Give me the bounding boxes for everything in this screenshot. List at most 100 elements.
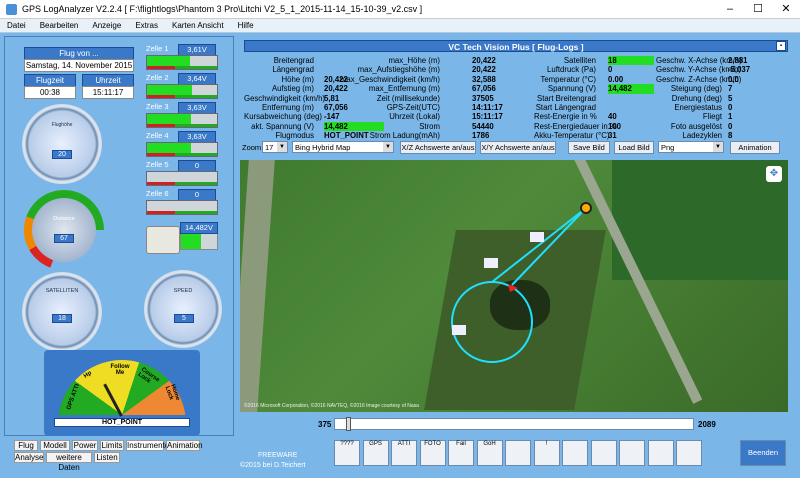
toolbar-button[interactable] (619, 440, 645, 466)
toolbar-button[interactable] (505, 440, 531, 466)
telemetry-value: 8 (728, 131, 733, 141)
format-chevron-icon: ▼ (713, 142, 723, 152)
telemetry-value: 20,422 (472, 56, 496, 65)
toolbar-button-label: GPS (369, 441, 382, 447)
tab-limits[interactable]: Limits (100, 440, 124, 451)
menu-datei[interactable]: Datei (0, 19, 33, 30)
telemetry-label: Geschw. X-Achse (km/h) (656, 56, 742, 65)
telemetry-label: Drehung (deg) (671, 93, 722, 103)
satellites-gauge-value: 18 (52, 314, 72, 323)
cell-label: Zelle 2 (146, 73, 169, 82)
telemetry-label: Strom Ladung(mAh) (369, 131, 440, 141)
freeware-label: FREEWARE (258, 452, 298, 459)
telemetry-label: Breitengrad (273, 56, 314, 65)
cell-label: Zelle 3 (146, 102, 169, 111)
cell-bar (146, 113, 218, 128)
menu-karten-ansicht[interactable]: Karten Ansicht (165, 19, 231, 30)
title-bar: GPS LogAnalyzer V2.2.4 [ F:\flightlogs\P… (0, 0, 800, 19)
home-point-icon (580, 202, 592, 214)
satellites-gauge: SATELLITEN 18 (22, 272, 102, 352)
map-type-select[interactable]: Bing Hybrid Map ▼ (292, 141, 394, 153)
telemetry-label: Uhrzeit (Lokal) (389, 112, 440, 122)
toolbar-button[interactable] (647, 440, 674, 466)
load-image-button[interactable]: Load Bild (614, 141, 654, 154)
cell-bar (146, 84, 218, 99)
format-select[interactable]: Png ▼ (658, 141, 724, 153)
menu-bearbeiten[interactable]: Bearbeiten (33, 19, 86, 30)
telemetry-value: 1786 (472, 131, 490, 141)
timeline-slider[interactable] (334, 417, 694, 431)
save-image-button[interactable]: Save Bild (568, 141, 610, 154)
tab-flug[interactable]: Flug (14, 440, 38, 451)
zoom-select[interactable]: 17 ▼ (262, 141, 288, 153)
menu-anzeige[interactable]: Anzeige (85, 19, 128, 30)
tab-listen[interactable]: Listen (94, 452, 120, 463)
zoom-select-chevron-icon: ▼ (277, 142, 287, 152)
telemetry-label: Aufstieg (m) (271, 84, 314, 94)
flight-date: Samstag, 14. November 2015 (24, 59, 134, 72)
tab-analyse[interactable]: Analyse (14, 452, 44, 463)
altitude-gauge-value: 20 (52, 150, 72, 159)
toolbar-button[interactable]: ! (533, 440, 560, 466)
toolbar-button[interactable]: FOTO (419, 440, 446, 466)
telemetry-label: Geschw. Y-Achse (km/h) (656, 65, 741, 75)
toolbar-button[interactable]: ATTI (391, 440, 417, 466)
altitude-gauge: Flughöhe 20 (22, 104, 102, 184)
close-icon[interactable]: ✕ (772, 0, 800, 19)
tab-power[interactable]: Power (72, 440, 98, 451)
tab-weitere-daten[interactable]: weitere Daten (46, 452, 92, 472)
telemetry-value: 14:11:17 (472, 103, 503, 112)
app-icon (6, 4, 17, 15)
map-fullscreen-icon[interactable]: ✥ (766, 166, 782, 182)
telemetry-label: max_Geschwindigkeit (km/h) (339, 74, 440, 84)
zoom-label: Zoom (242, 143, 262, 152)
panel-close-icon[interactable]: ▪ (776, 41, 786, 51)
cell-bar (146, 171, 218, 186)
telemetry-label: Flugmodus (275, 131, 314, 141)
menu-hilfe[interactable]: Hilfe (231, 19, 261, 30)
telemetry-value: 7 (728, 84, 733, 94)
cell-label: Zelle 5 (146, 160, 169, 169)
maximize-icon[interactable]: ☐ (744, 0, 772, 19)
tab-instrumente[interactable]: Instrumente (126, 440, 169, 451)
cell-bar (146, 200, 218, 215)
telemetry-label: Energiestatus (674, 103, 722, 112)
photo-marker-icon (530, 232, 544, 242)
telemetry-value: 67,056 (472, 84, 496, 94)
xz-axis-button[interactable]: X/Z Achswerte an/aus (400, 141, 476, 154)
toolbar-button-label: FOTO (424, 441, 441, 447)
toolbar-button[interactable]: GPS (362, 440, 389, 466)
cell-bar (146, 142, 218, 157)
tab-modell[interactable]: Modell (40, 440, 70, 451)
battery-level (180, 232, 218, 250)
telemetry-label: akt. Spannung (V) (251, 121, 314, 131)
toolbar-button[interactable] (590, 440, 617, 466)
telemetry-label: Strom (419, 121, 440, 131)
minimize-icon[interactable]: – (716, 0, 744, 19)
telemetry-value: 54440 (472, 121, 494, 131)
map-view[interactable]: ✥ ©2016 Microsoft Corporation, ©2016 NAV… (240, 160, 788, 412)
distance-gauge-value: 67 (54, 234, 74, 243)
toolbar-button[interactable]: ???? (334, 440, 360, 466)
telemetry-value: 100 (608, 121, 622, 131)
tab-animation[interactable]: Animation (166, 440, 203, 451)
toolbar-button[interactable] (562, 440, 588, 466)
telemetry-label: max_Aufstiegshöhe (m) (357, 65, 440, 75)
format-value: Png (661, 143, 675, 152)
toolbar-button-label: ATTI (397, 441, 411, 447)
flugzeit-value: 00:38 (24, 86, 76, 99)
telemetry-label: Satelliten (563, 56, 596, 65)
telemetry-label: Temperatur (°C) (540, 74, 596, 84)
menu-extras[interactable]: Extras (128, 19, 165, 30)
toolbar-button[interactable]: Fail (448, 440, 474, 466)
beenden-button[interactable]: Beenden (740, 440, 786, 466)
telemetry-label: Zeit (millisekunde) (376, 93, 440, 103)
toolbar-button[interactable] (676, 440, 702, 466)
animation-button[interactable]: Animation (730, 141, 780, 154)
xy-axis-button[interactable]: X/Y Achswerte an/aus (480, 141, 556, 154)
map-copyright: ©2016 Microsoft Corporation, ©2016 NAVTE… (244, 403, 419, 409)
slider-max: 2089 (698, 420, 716, 429)
toolbar-button[interactable]: GoH (476, 440, 503, 466)
slider-thumb[interactable] (345, 417, 351, 431)
battery-voltage: 14,482V (180, 222, 218, 234)
